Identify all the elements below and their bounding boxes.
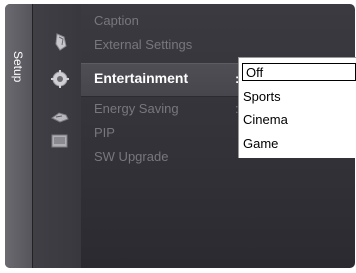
setup-gear-icon[interactable] bbox=[50, 69, 70, 89]
input-icon[interactable] bbox=[50, 107, 70, 127]
entertainment-options-dropdown[interactable]: Off Sports Cinema Game bbox=[238, 57, 356, 158]
option-game[interactable]: Game bbox=[243, 135, 278, 153]
menu-item-energy-saving[interactable]: Energy Saving bbox=[94, 101, 179, 116]
setup-tab-label: Setup bbox=[11, 51, 25, 83]
menu-item-sw-upgrade[interactable]: SW Upgrade bbox=[94, 149, 168, 164]
menu-item-pip[interactable]: PIP bbox=[94, 125, 115, 140]
picture-icon[interactable] bbox=[51, 32, 71, 52]
option-sports[interactable]: Sports bbox=[243, 88, 281, 106]
menu-item-caption[interactable]: Caption bbox=[94, 13, 139, 28]
option-cinema[interactable]: Cinema bbox=[243, 111, 288, 129]
menu-item-external-settings[interactable]: External Settings bbox=[94, 37, 192, 52]
menu-item-entertainment[interactable]: Entertainment bbox=[94, 70, 188, 86]
category-icon-column bbox=[33, 4, 81, 268]
setup-tab[interactable]: Setup bbox=[5, 4, 33, 268]
option-off[interactable]: Off bbox=[242, 63, 356, 81]
application-icon[interactable] bbox=[50, 131, 70, 151]
